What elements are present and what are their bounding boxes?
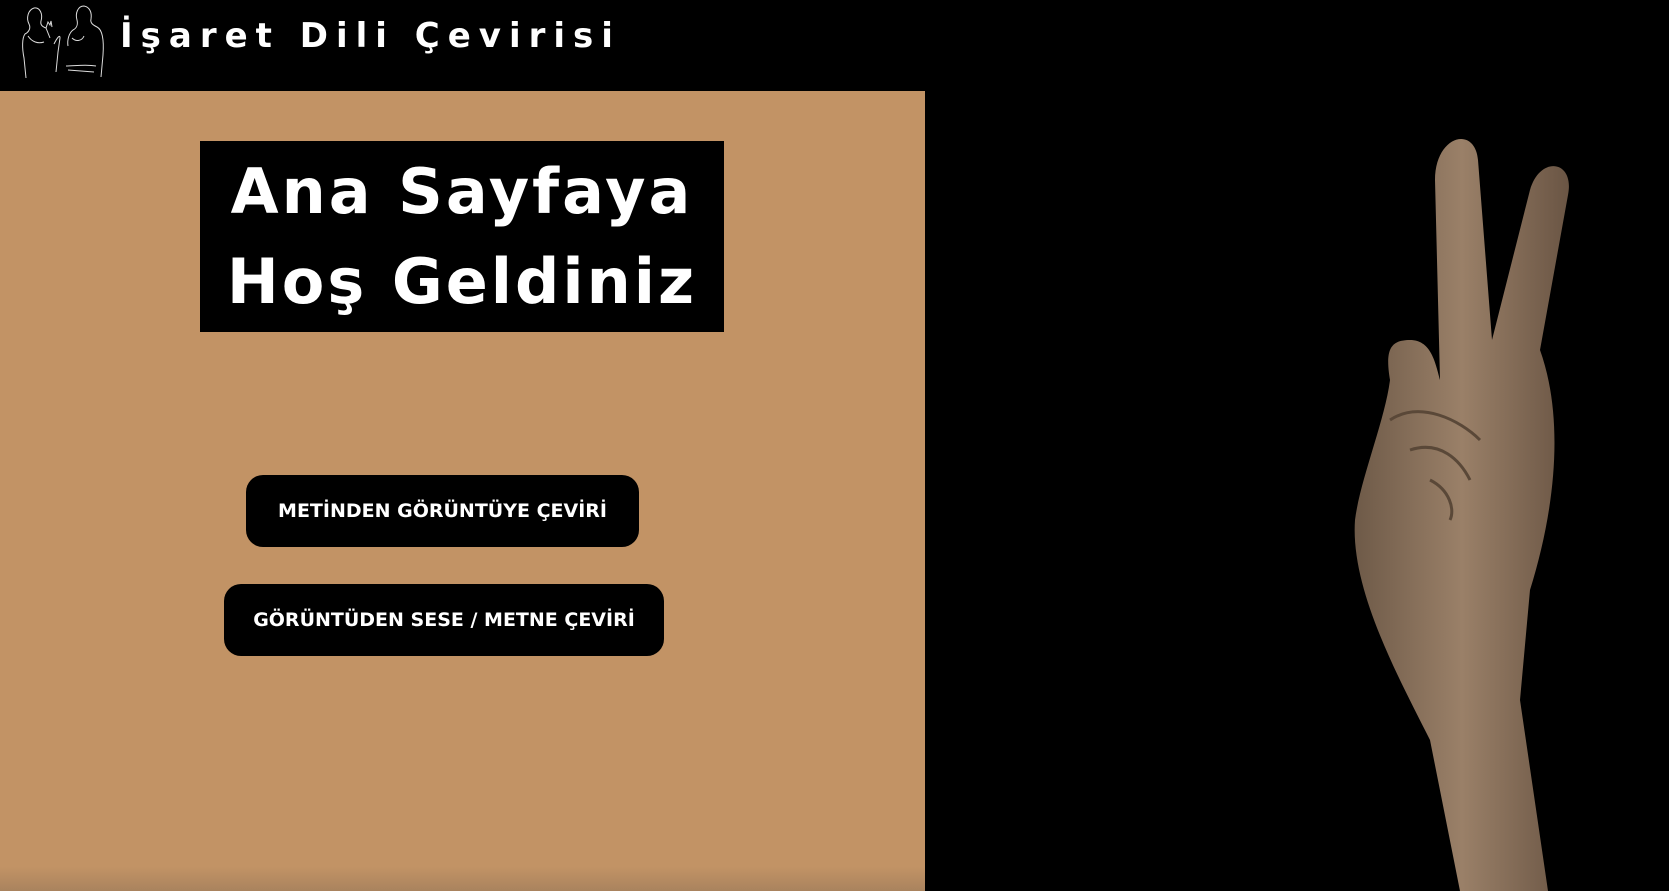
site-title: İşaret Dili Çevirisi — [120, 16, 621, 56]
sign-language-logo-icon — [22, 5, 104, 79]
home-panel: Ana Sayfaya Hoş Geldiniz METİNDEN GÖRÜNT… — [0, 91, 925, 891]
welcome-line-1: Ana Sayfaya — [230, 154, 694, 228]
image-to-speech-text-button[interactable]: GÖRÜNTÜDEN SESE / METNE ÇEVİRİ — [224, 584, 664, 656]
text-to-image-button[interactable]: METİNDEN GÖRÜNTÜYE ÇEVİRİ — [246, 475, 639, 547]
header: İşaret Dili Çevirisi — [0, 0, 1669, 91]
peace-sign-hand-image — [1354, 138, 1569, 891]
welcome-heading: Ana Sayfaya Hoş Geldiniz — [200, 141, 724, 332]
welcome-line-2: Hoş Geldiniz — [226, 244, 698, 318]
